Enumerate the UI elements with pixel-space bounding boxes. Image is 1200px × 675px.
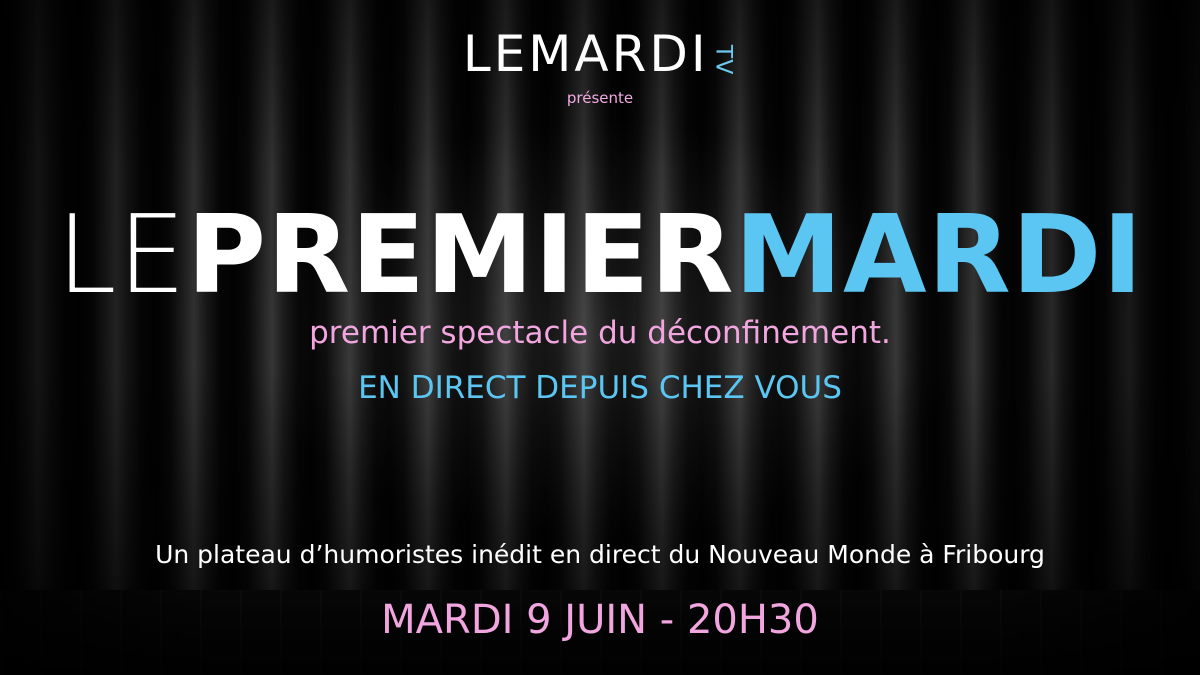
- event-date-time: MARDI 9 JUIN - 20H30: [381, 597, 819, 643]
- logo-mardi: MARDI: [528, 25, 709, 83]
- live-tagline: EN DIRECT DEPUIS CHEZ VOUS: [358, 370, 842, 406]
- logo-tv: TV: [709, 44, 735, 76]
- show-title: LEPREMIERMARDI: [0, 196, 1200, 316]
- title-mardi: MARDI: [734, 193, 1144, 318]
- title-le: LE: [56, 193, 187, 318]
- event-description: Un plateau d’humoristes inédit en direct…: [155, 540, 1045, 569]
- logo-le: LE: [462, 25, 529, 83]
- presente-label: présente: [566, 89, 634, 107]
- lemardi-tv-logo: LEMARDITV: [0, 24, 1200, 84]
- poster-content: LEMARDITV présente LEPREMIERMARDI premie…: [0, 0, 1200, 675]
- show-subtitle: premier spectacle du déconfinement.: [309, 315, 891, 351]
- event-poster: LEMARDITV présente LEPREMIERMARDI premie…: [0, 0, 1200, 675]
- title-premier: PREMIER: [186, 193, 735, 318]
